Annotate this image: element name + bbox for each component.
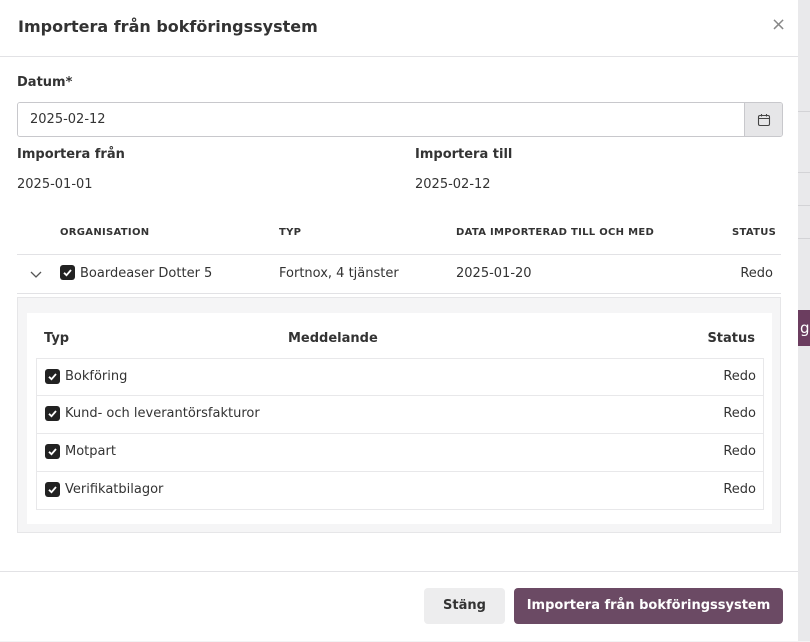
import-from-label: Importera från	[17, 147, 125, 162]
item-status: Redo	[723, 444, 756, 459]
item-status: Redo	[723, 482, 756, 497]
item-name: Verifikatbilagor	[65, 482, 164, 497]
close-icon[interactable]: ×	[771, 14, 786, 35]
details-header-type: Typ	[44, 331, 70, 346]
table-row: Boardeaser Dotter 5 Fortnox, 4 tjänster …	[17, 254, 781, 294]
checkmark-icon	[48, 410, 57, 418]
background-divider	[798, 238, 810, 239]
checkmark-icon	[63, 269, 72, 277]
list-item: Bokföring Redo	[36, 358, 764, 396]
calendar-button[interactable]	[744, 103, 782, 136]
item-status: Redo	[723, 406, 756, 421]
import-to-label: Importera till	[415, 147, 513, 162]
item-name: Motpart	[65, 444, 116, 459]
col-header-organisation: ORGANISATION	[60, 227, 150, 238]
item-checkbox[interactable]	[45, 482, 60, 497]
chevron-down-icon[interactable]	[29, 267, 43, 281]
calendar-icon	[757, 113, 770, 126]
item-checkbox[interactable]	[45, 444, 60, 459]
details-panel: Typ Meddelande Status Bokföring Redo Kun…	[17, 297, 781, 533]
checkmark-icon	[48, 486, 57, 494]
import-button[interactable]: Importera från bokföringssystem	[514, 588, 783, 624]
import-modal: Importera från bokföringssystem × Datum*…	[0, 0, 798, 641]
checkmark-icon	[48, 373, 57, 381]
import-from-value: 2025-01-01	[17, 177, 93, 192]
organisation-type: Fortnox, 4 tjänster	[279, 266, 399, 281]
list-item: Motpart Redo	[36, 434, 764, 472]
imported-until-value: 2025-01-20	[456, 266, 532, 281]
item-name: Kund- och leverantörsfakturor	[65, 406, 260, 421]
background-divider	[798, 205, 810, 206]
date-label: Datum*	[17, 75, 73, 90]
background-divider	[798, 172, 810, 173]
modal-header: Importera från bokföringssystem ×	[0, 0, 798, 57]
col-header-imported-until: DATA IMPORTERAD TILL OCH MED	[456, 227, 655, 238]
list-item: Verifikatbilagor Redo	[36, 472, 764, 510]
checkmark-icon	[48, 448, 57, 456]
background-button-text: g	[800, 319, 810, 337]
close-button[interactable]: Stäng	[424, 588, 505, 624]
col-header-type: TYP	[279, 227, 302, 238]
modal-title: Importera från bokföringssystem	[18, 17, 318, 36]
organisation-checkbox[interactable]	[60, 265, 75, 280]
col-header-status: STATUS	[732, 227, 777, 238]
background-button: g	[798, 310, 810, 346]
date-field	[17, 102, 783, 137]
details-header-message: Meddelande	[288, 331, 378, 346]
list-item: Kund- och leverantörsfakturor Redo	[36, 396, 764, 434]
organisation-name: Boardeaser Dotter 5	[80, 266, 213, 281]
date-input[interactable]	[18, 103, 738, 136]
background-divider	[798, 111, 810, 112]
modal-footer: Stäng Importera från bokföringssystem	[0, 571, 798, 642]
details-table: Typ Meddelande Status Bokföring Redo Kun…	[27, 313, 772, 524]
details-header-status: Status	[707, 331, 755, 346]
item-name: Bokföring	[65, 369, 128, 384]
import-to-value: 2025-02-12	[415, 177, 491, 192]
item-checkbox[interactable]	[45, 406, 60, 421]
item-status: Redo	[723, 369, 756, 384]
organisation-status: Redo	[740, 266, 773, 281]
item-checkbox[interactable]	[45, 369, 60, 384]
